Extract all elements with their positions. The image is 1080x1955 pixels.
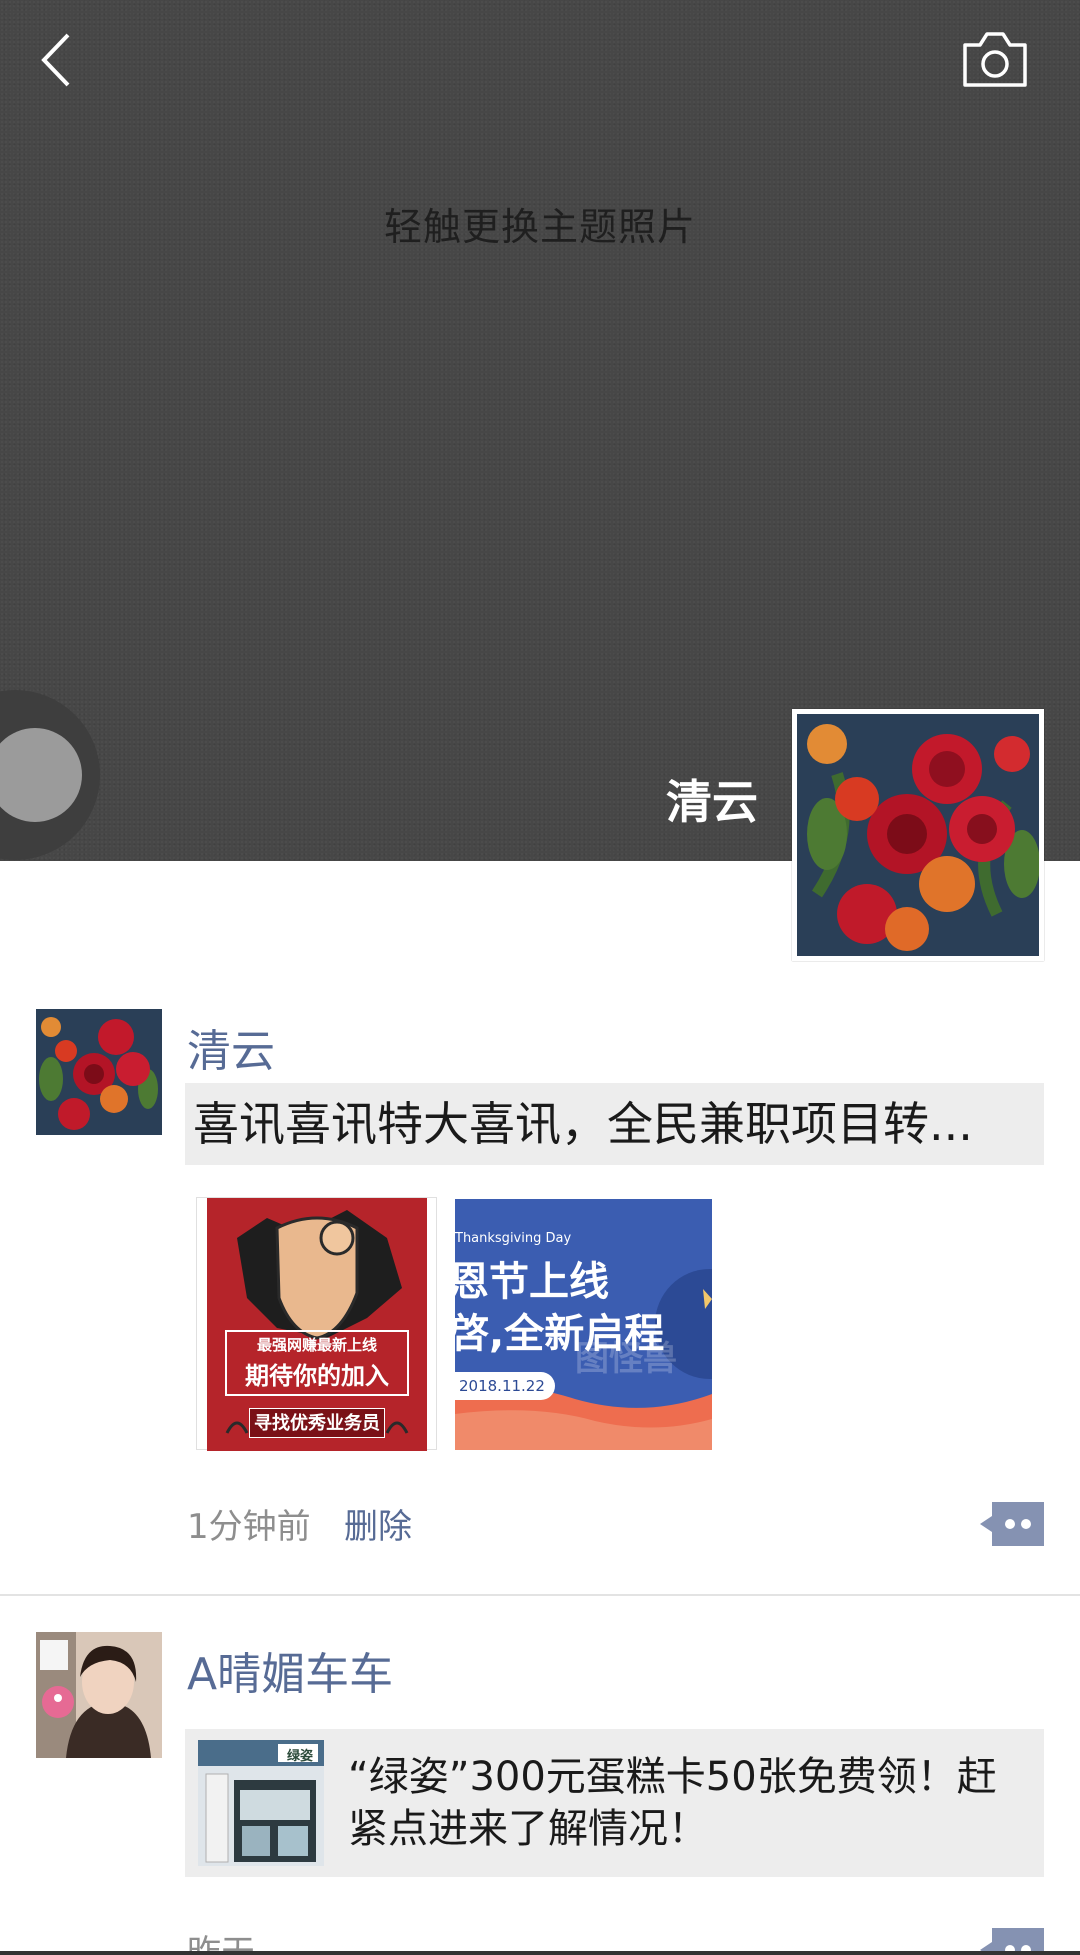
- post-divider: [0, 1594, 1080, 1596]
- image-date: 2018.11.22: [455, 1372, 555, 1400]
- image-caption-0: Thanksgiving Day: [455, 1231, 572, 1246]
- post-time: 1分钟前: [187, 1507, 311, 1547]
- camera-button[interactable]: [960, 25, 1030, 95]
- link-card[interactable]: 绿姿 “绿姿”300元蛋糕卡50张免费领！赶紧点进来了解情况！: [185, 1729, 1044, 1877]
- cover-hint[interactable]: 轻触更换主题照片: [0, 196, 1080, 251]
- link-title: “绿姿”300元蛋糕卡50张免费领！赶紧点进来了解情况！: [348, 1754, 997, 1852]
- back-button[interactable]: [30, 20, 90, 100]
- post-text[interactable]: 喜讯喜讯特大喜讯，全民兼职项目转...: [185, 1083, 1044, 1165]
- image-caption-1: 最强网赚最新上线: [256, 1336, 377, 1354]
- post-avatar[interactable]: [36, 1632, 162, 1758]
- post-image[interactable]: 最强网赚最新上线 期待你的加入 寻找优秀业务员: [196, 1197, 437, 1451]
- camera-icon: [963, 32, 1027, 87]
- profile-avatar[interactable]: [792, 709, 1044, 961]
- bottom-edge: [0, 1951, 1080, 1955]
- image-caption-2: 期待你的加入: [245, 1362, 389, 1390]
- delete-button[interactable]: 删除: [344, 1499, 412, 1548]
- link-thumbnail: 绿姿: [198, 1740, 324, 1866]
- image-caption-3: 寻找优秀业务员: [249, 1408, 385, 1438]
- refresh-indicator: [0, 690, 100, 860]
- image-watermark: 图怪兽: [575, 1339, 677, 1379]
- more-dots-icon: [980, 1502, 1044, 1546]
- post-image[interactable]: Thanksgiving Day 恩节上线 啓,全新启程 2018.11.22 …: [455, 1199, 712, 1450]
- post-nickname[interactable]: 清云: [187, 1015, 275, 1079]
- chevron-left-icon: [41, 33, 70, 87]
- post-nickname[interactable]: A晴媚车车: [187, 1638, 393, 1702]
- profile-name[interactable]: 清云: [600, 766, 758, 832]
- link-thumb-brand: 绿姿: [286, 1749, 313, 1764]
- image-caption-1: 恩节上线: [455, 1259, 609, 1305]
- post-avatar[interactable]: [36, 1009, 162, 1135]
- comment-button[interactable]: [978, 1502, 1044, 1546]
